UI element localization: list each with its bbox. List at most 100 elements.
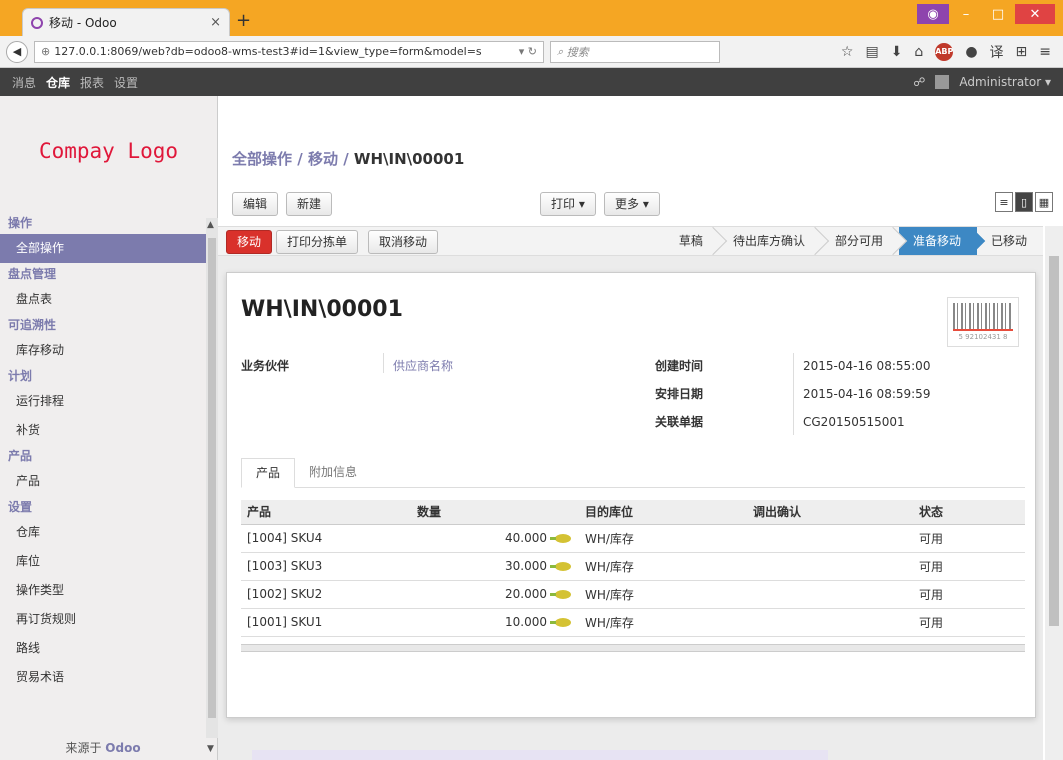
print-picking-button[interactable]: 打印分拣单 bbox=[276, 230, 359, 254]
cell-state: 可用 bbox=[913, 608, 1025, 637]
menu-warehouse[interactable]: 仓库 bbox=[46, 74, 70, 91]
back-button[interactable]: ◀ bbox=[6, 40, 28, 63]
minimize-button[interactable]: – bbox=[951, 4, 981, 24]
sidebar-section-configuration: 设置 bbox=[8, 500, 33, 514]
col-confirm[interactable]: 调出确认 bbox=[747, 500, 913, 525]
sidebar-item-stock-moves[interactable]: 库存移动 bbox=[0, 336, 206, 365]
maximize-button[interactable]: □ bbox=[983, 4, 1013, 24]
more-dropdown[interactable]: 更多 ▾ bbox=[604, 192, 660, 216]
main-scrollbar[interactable] bbox=[1045, 226, 1063, 760]
scroll-up-icon[interactable]: ▲ bbox=[207, 220, 214, 230]
sidebar-section-operations: 操作 bbox=[8, 216, 33, 230]
browser-search-input[interactable]: ⌕ 搜索 bbox=[550, 40, 720, 63]
site-info-icon[interactable]: ⊕ bbox=[41, 45, 50, 58]
calendar-view-icon[interactable]: ▦ bbox=[1035, 192, 1053, 212]
list-view-icon[interactable]: ≡ bbox=[995, 192, 1013, 212]
pocket-icon[interactable]: ● bbox=[965, 44, 977, 60]
create-button[interactable]: 新建 bbox=[286, 192, 333, 216]
sidebar-item-incoterms[interactable]: 贸易术语 bbox=[0, 663, 206, 692]
reading-list-icon[interactable]: ▤ bbox=[865, 44, 878, 60]
forecast-icon[interactable] bbox=[550, 618, 571, 627]
tab-close-icon[interactable]: × bbox=[210, 15, 221, 30]
sidebar-scroll-thumb[interactable] bbox=[208, 238, 216, 718]
stage-draft[interactable]: 草稿 bbox=[665, 227, 719, 255]
tab-additional-info[interactable]: 附加信息 bbox=[295, 458, 371, 488]
powered-by-label: 来源于 bbox=[65, 741, 102, 755]
cancel-move-button[interactable]: 取消移动 bbox=[368, 230, 439, 254]
sidebar-item-reorder-rules[interactable]: 再订货规则 bbox=[0, 605, 206, 634]
breadcrumb-current: WH\IN\00001 bbox=[353, 150, 465, 168]
col-state[interactable]: 状态 bbox=[913, 500, 1025, 525]
powered-by-link[interactable]: Odoo bbox=[105, 741, 140, 755]
forecast-icon[interactable] bbox=[550, 562, 571, 571]
sidebar-item-warehouses[interactable]: 仓库 bbox=[0, 518, 206, 547]
stage-partially-available[interactable]: 部分可用 bbox=[821, 227, 899, 255]
table-row[interactable]: [1003] SKU3 30.000 WH/库存 可用 bbox=[241, 552, 1025, 581]
col-quantity[interactable]: 数量 bbox=[411, 500, 579, 525]
browser-navbar: ◀ ⊕ 127.0.0.1:8069/web?db=odoo8-wms-test… bbox=[0, 36, 1063, 68]
cell-quantity: 10.000 bbox=[411, 608, 579, 637]
barcode-number: 5 92102431 8 bbox=[958, 333, 1008, 341]
move-button[interactable]: 移动 bbox=[226, 230, 273, 254]
created-value: 2015-04-16 08:55:00 bbox=[803, 359, 931, 373]
sidebar-item-inventory-sheet[interactable]: 盘点表 bbox=[0, 285, 206, 314]
menu-icon[interactable]: ≡ bbox=[1039, 44, 1051, 60]
company-logo[interactable]: Compay Logo bbox=[0, 96, 217, 206]
odoo-top-menu: 消息 仓库 报表 设置 ☍ Administrator ▾ bbox=[0, 68, 1063, 96]
sidebar-item-operation-types[interactable]: 操作类型 bbox=[0, 576, 206, 605]
home-icon[interactable]: ⌂ bbox=[914, 44, 923, 60]
cell-product: [1001] SKU1 bbox=[241, 608, 411, 637]
menu-messages[interactable]: 消息 bbox=[12, 74, 36, 91]
menu-reports[interactable]: 报表 bbox=[80, 74, 104, 91]
forecast-icon[interactable] bbox=[550, 590, 571, 599]
partner-link[interactable]: 供应商名称 bbox=[393, 357, 453, 374]
sidebar-item-run-scheduler[interactable]: 运行排程 bbox=[0, 387, 206, 416]
col-product[interactable]: 产品 bbox=[241, 500, 411, 525]
breadcrumb-moves[interactable]: 移动 bbox=[308, 150, 338, 168]
private-mask-icon: ◉ bbox=[917, 4, 949, 24]
table-row[interactable]: [1002] SKU2 20.000 WH/库存 可用 bbox=[241, 580, 1025, 609]
adblock-icon[interactable]: ABP bbox=[935, 42, 953, 61]
stage-done[interactable]: 已移动 bbox=[977, 227, 1043, 255]
user-menu[interactable]: Administrator ▾ bbox=[959, 75, 1051, 89]
main-scroll-thumb[interactable] bbox=[1049, 256, 1059, 626]
table-row[interactable]: [1004] SKU4 40.000 WH/库存 可用 bbox=[241, 524, 1025, 553]
sidebar-item-all-operations[interactable]: 全部操作 bbox=[0, 234, 206, 263]
sidebar-menu: 操作 全部操作 盘点管理 盘点表 可追溯性 库存移动 计划 运行排程 补货 产品… bbox=[0, 212, 206, 692]
breadcrumb-all-operations[interactable]: 全部操作 bbox=[232, 150, 292, 168]
chat-icon[interactable]: ☍ bbox=[913, 75, 925, 89]
download-icon[interactable]: ⬇ bbox=[891, 44, 903, 60]
print-dropdown[interactable]: 打印 ▾ bbox=[540, 192, 596, 216]
stage-waiting[interactable]: 待出库方确认 bbox=[719, 227, 821, 255]
translate-icon[interactable]: 译 bbox=[990, 42, 1004, 62]
record-title: WH\IN\00001 bbox=[241, 297, 403, 322]
table-row[interactable]: [1001] SKU1 10.000 WH/库存 可用 bbox=[241, 608, 1025, 637]
sidebar-item-routes[interactable]: 路线 bbox=[0, 634, 206, 663]
sidebar-scrollbar[interactable]: ▲ ▼ bbox=[206, 218, 218, 754]
extension-icon[interactable]: ⊞ bbox=[1016, 44, 1028, 60]
created-label: 创建时间 bbox=[655, 359, 704, 373]
origin-value: CG20150515001 bbox=[803, 415, 905, 429]
powered-by: 来源于 Odoo bbox=[0, 739, 206, 756]
sidebar-item-locations[interactable]: 库位 bbox=[0, 547, 206, 576]
scroll-down-icon[interactable]: ▼ bbox=[207, 744, 214, 754]
form-view-icon[interactable]: ▯ bbox=[1015, 192, 1033, 212]
stage-ready[interactable]: 准备移动 bbox=[898, 227, 977, 255]
reload-icon[interactable]: ▾ ↻ bbox=[519, 45, 537, 58]
cell-product: [1002] SKU2 bbox=[241, 580, 411, 609]
avatar bbox=[935, 75, 950, 89]
new-tab-button[interactable]: + bbox=[236, 10, 251, 31]
forecast-icon[interactable] bbox=[550, 534, 571, 543]
url-bar[interactable]: ⊕ 127.0.0.1:8069/web?db=odoo8-wms-test3#… bbox=[34, 40, 544, 63]
bookmark-star-icon[interactable]: ☆ bbox=[841, 44, 854, 60]
tab-products[interactable]: 产品 bbox=[241, 458, 296, 488]
window-close-button[interactable]: ✕ bbox=[1015, 4, 1055, 24]
col-destination[interactable]: 目的库位 bbox=[579, 500, 747, 525]
sidebar-item-products[interactable]: 产品 bbox=[0, 467, 206, 496]
menu-settings[interactable]: 设置 bbox=[114, 74, 138, 91]
edit-button[interactable]: 编辑 bbox=[232, 192, 279, 216]
sidebar-item-replenishment[interactable]: 补货 bbox=[0, 416, 206, 445]
move-lines-table: 产品 数量 目的库位 调出确认 状态 [1004] SKU4 40.000 WH… bbox=[241, 500, 1025, 637]
notebook-tabs: 产品 附加信息 bbox=[241, 458, 1025, 488]
browser-tab[interactable]: 移动 - Odoo × bbox=[22, 8, 230, 36]
